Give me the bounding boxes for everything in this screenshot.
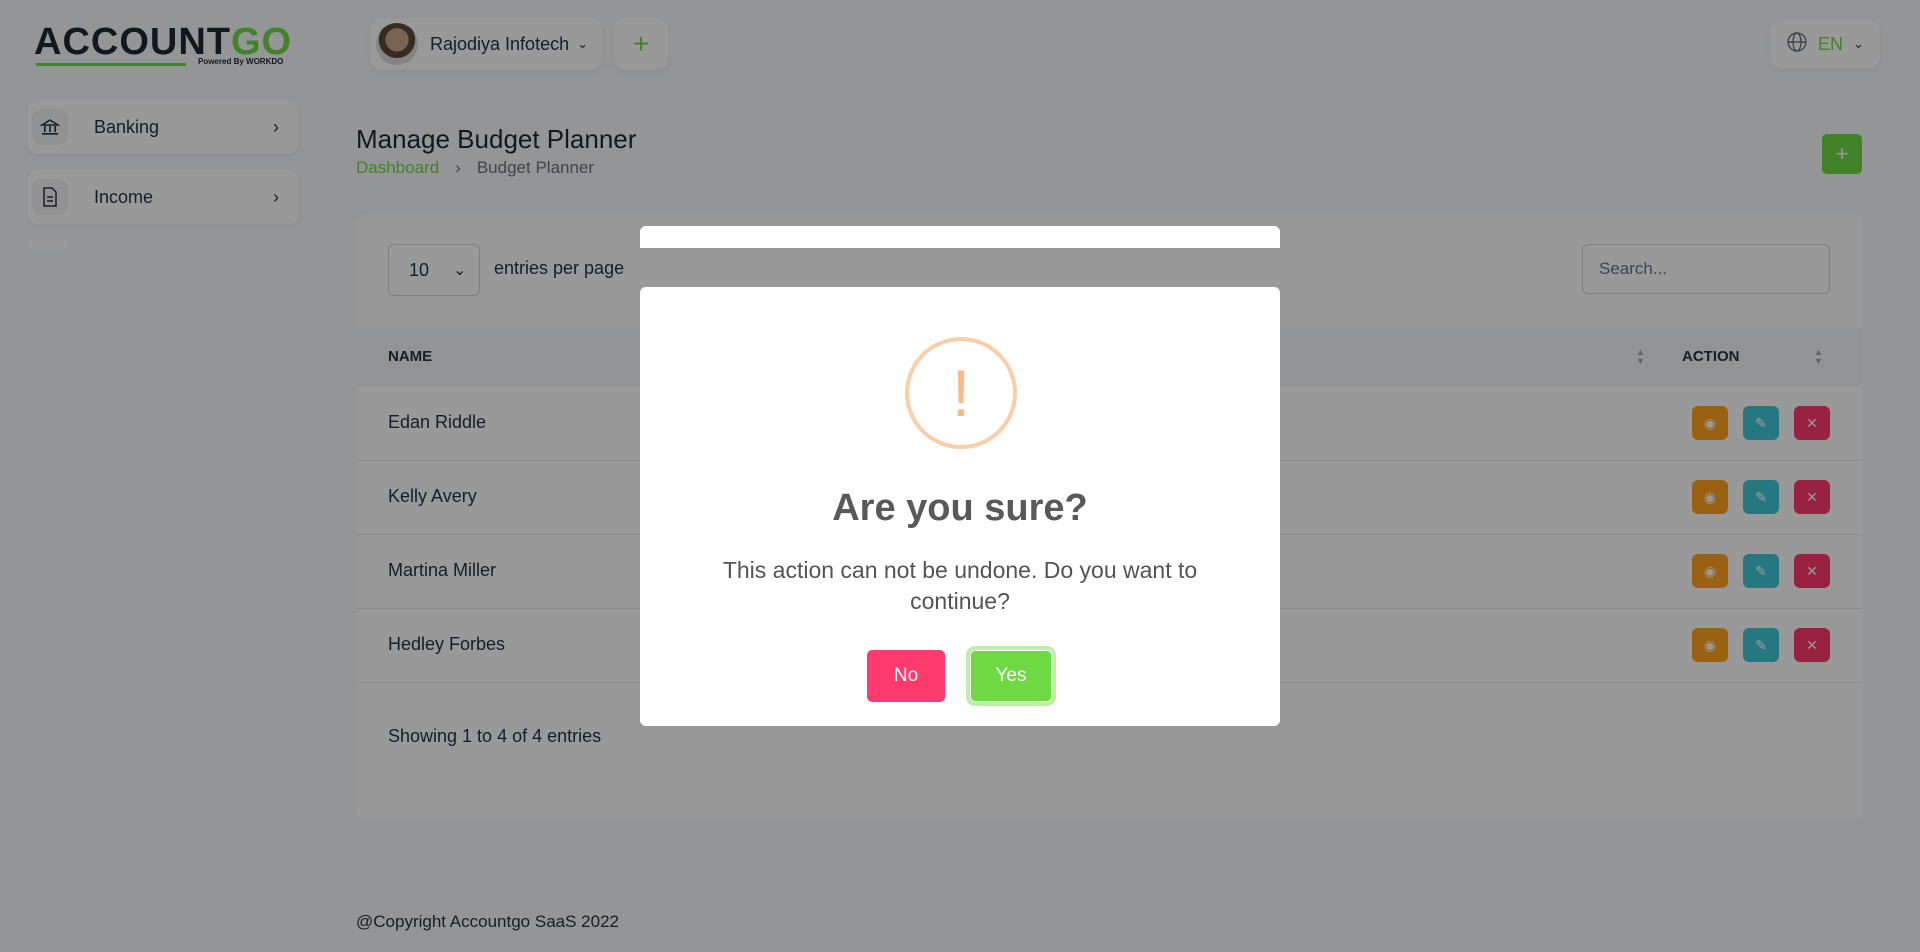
warning-icon: !: [905, 337, 1017, 449]
background-modal-edge: [640, 226, 1280, 248]
dialog-title: Are you sure?: [832, 487, 1088, 529]
dialog-message: This action can not be undone. Do you wa…: [722, 557, 1198, 614]
confirm-dialog: ! Are you sure? This action can not be u…: [640, 287, 1280, 726]
yes-button[interactable]: Yes: [970, 650, 1052, 702]
no-button[interactable]: No: [867, 650, 945, 702]
